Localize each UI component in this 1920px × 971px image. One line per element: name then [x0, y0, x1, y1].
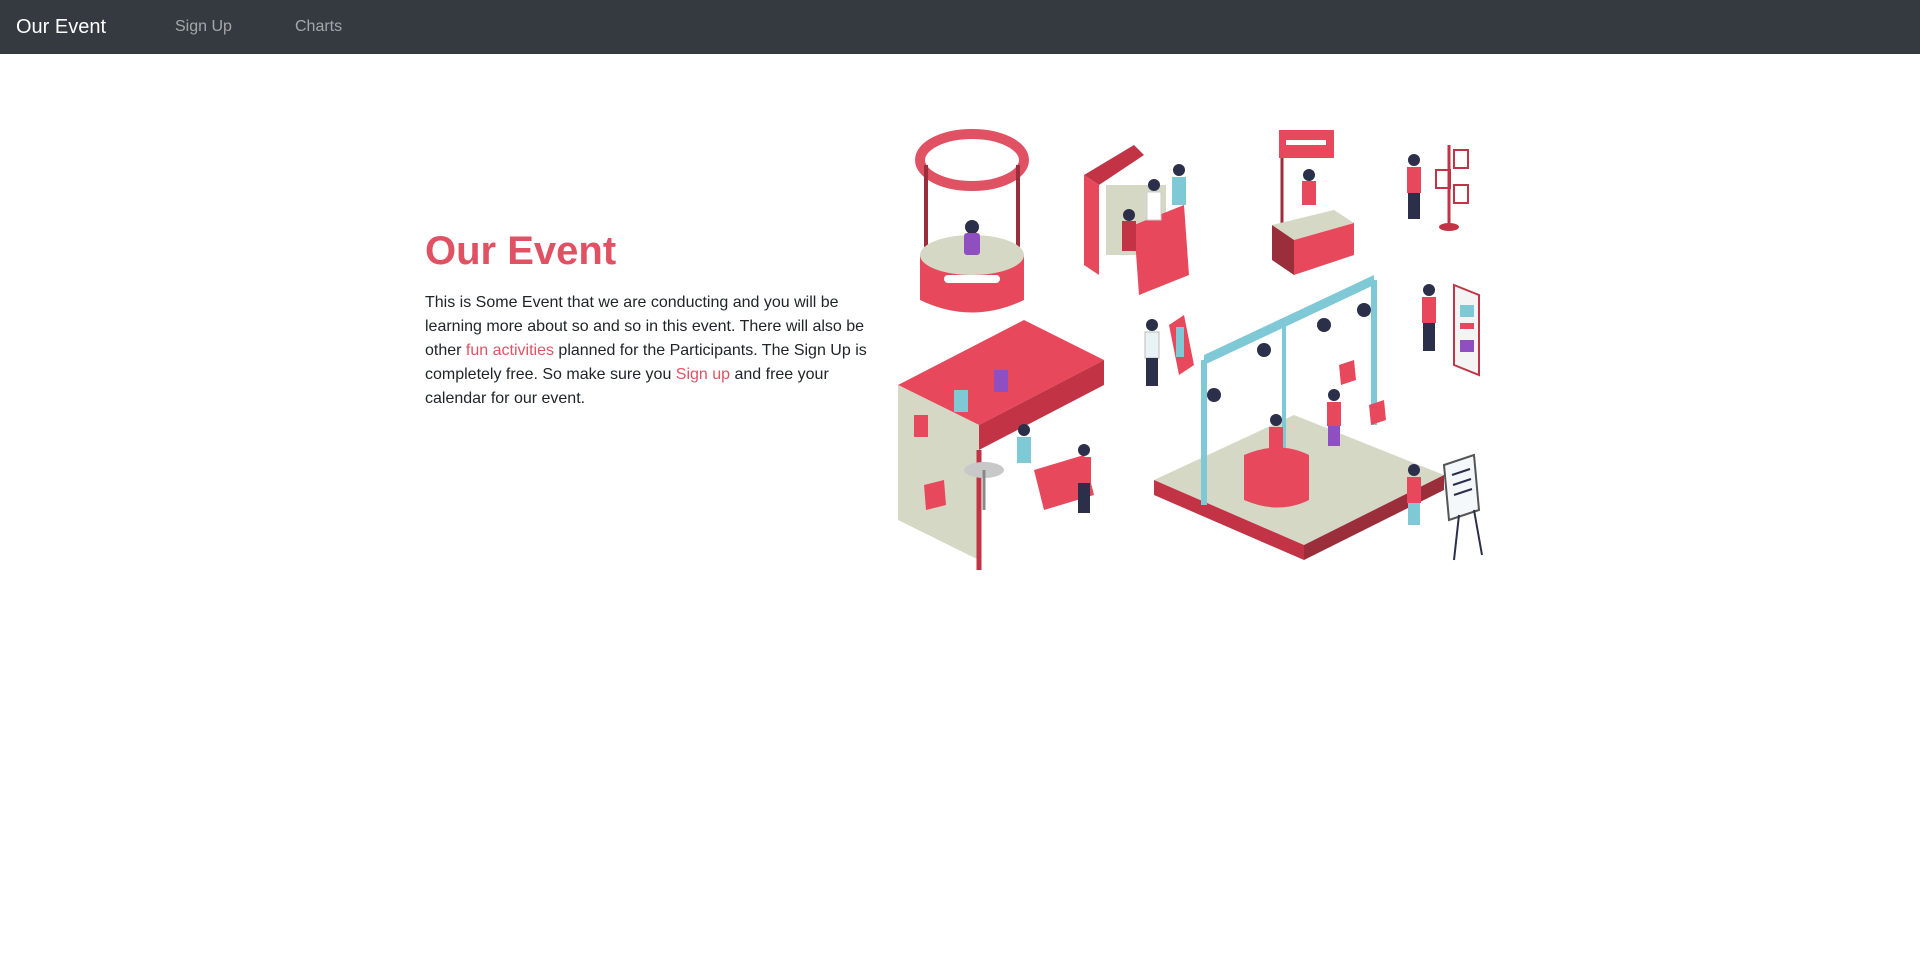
- event-illustration: [898, 129, 1483, 570]
- top-navbar: Our Event Sign Up Charts: [0, 0, 1920, 54]
- large-booth: [898, 320, 1104, 570]
- fun-activities-link[interactable]: fun activities: [466, 342, 554, 359]
- nav-link-charts[interactable]: Charts: [295, 17, 342, 37]
- info-kiosk: [1144, 315, 1194, 386]
- sign-up-link[interactable]: Sign up: [676, 366, 730, 383]
- nav-link-sign-up[interactable]: Sign Up: [175, 17, 232, 37]
- brochure-stand: [1407, 145, 1469, 231]
- hero-section: Our Event This is Some Event that we are…: [425, 225, 871, 411]
- hero-description: This is Some Event that we are conductin…: [425, 291, 871, 411]
- curved-booth: [1084, 145, 1189, 295]
- stage: [1154, 275, 1444, 560]
- brand-link[interactable]: Our Event: [16, 14, 106, 40]
- round-kiosk: [915, 129, 1029, 313]
- hero-title: Our Event: [425, 229, 617, 273]
- roll-up-banner: [1422, 283, 1480, 377]
- small-booth: [1272, 130, 1354, 275]
- presenter-board: [1407, 453, 1483, 561]
